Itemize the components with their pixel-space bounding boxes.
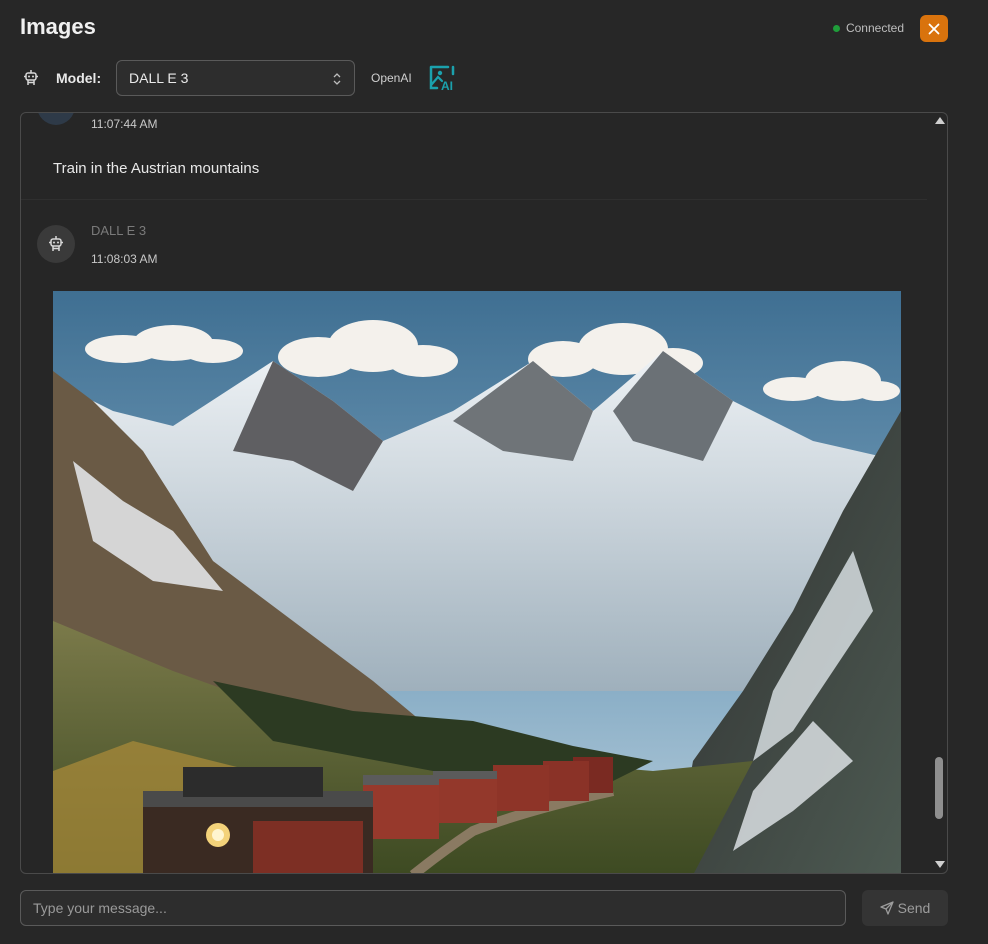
scroll-thumb[interactable] bbox=[935, 757, 943, 819]
message-divider bbox=[21, 199, 927, 200]
user-avatar bbox=[37, 113, 75, 125]
page-title: Images bbox=[20, 14, 96, 39]
bot-name: DALL E 3 bbox=[91, 223, 147, 238]
message-timestamp: 11:07:44 AM bbox=[91, 117, 158, 131]
close-button[interactable] bbox=[920, 15, 948, 42]
provider-label: OpenAI bbox=[371, 71, 412, 85]
message-timestamp: 11:08:03 AM bbox=[91, 252, 158, 266]
close-icon bbox=[928, 23, 940, 34]
send-icon bbox=[879, 901, 894, 915]
scroll-down-icon[interactable] bbox=[935, 861, 945, 868]
user-message-text: Train in the Austrian mountains bbox=[53, 160, 260, 177]
bot-avatar bbox=[37, 225, 75, 263]
model-bar: Model: DALL E 3 OpenAI AI bbox=[20, 60, 960, 96]
image-ai-icon: AI bbox=[429, 65, 455, 92]
message-input[interactable] bbox=[20, 890, 846, 926]
model-select[interactable]: DALL E 3 bbox=[116, 60, 355, 96]
robot-icon bbox=[49, 236, 63, 251]
send-button[interactable]: Send bbox=[862, 890, 948, 926]
header: Images Connected bbox=[0, 0, 988, 56]
status-dot-icon bbox=[832, 24, 840, 32]
status-label: Connected bbox=[845, 21, 904, 35]
send-label: Send bbox=[897, 900, 931, 916]
model-select-value: DALL E 3 bbox=[129, 70, 189, 86]
chevron-up-down-icon bbox=[333, 73, 341, 85]
model-label: Model: bbox=[56, 70, 102, 86]
svg-text:AI: AI bbox=[441, 79, 453, 92]
composer: Send bbox=[20, 890, 948, 926]
generated-image[interactable] bbox=[53, 291, 901, 874]
scroll-up-icon[interactable] bbox=[935, 117, 945, 124]
connection-status: Connected bbox=[832, 21, 904, 35]
chat-panel: 11:07:44 AM Train in the Austrian mounta… bbox=[20, 112, 948, 874]
robot-icon bbox=[24, 70, 38, 85]
chat-scrollbar[interactable] bbox=[931, 113, 947, 873]
